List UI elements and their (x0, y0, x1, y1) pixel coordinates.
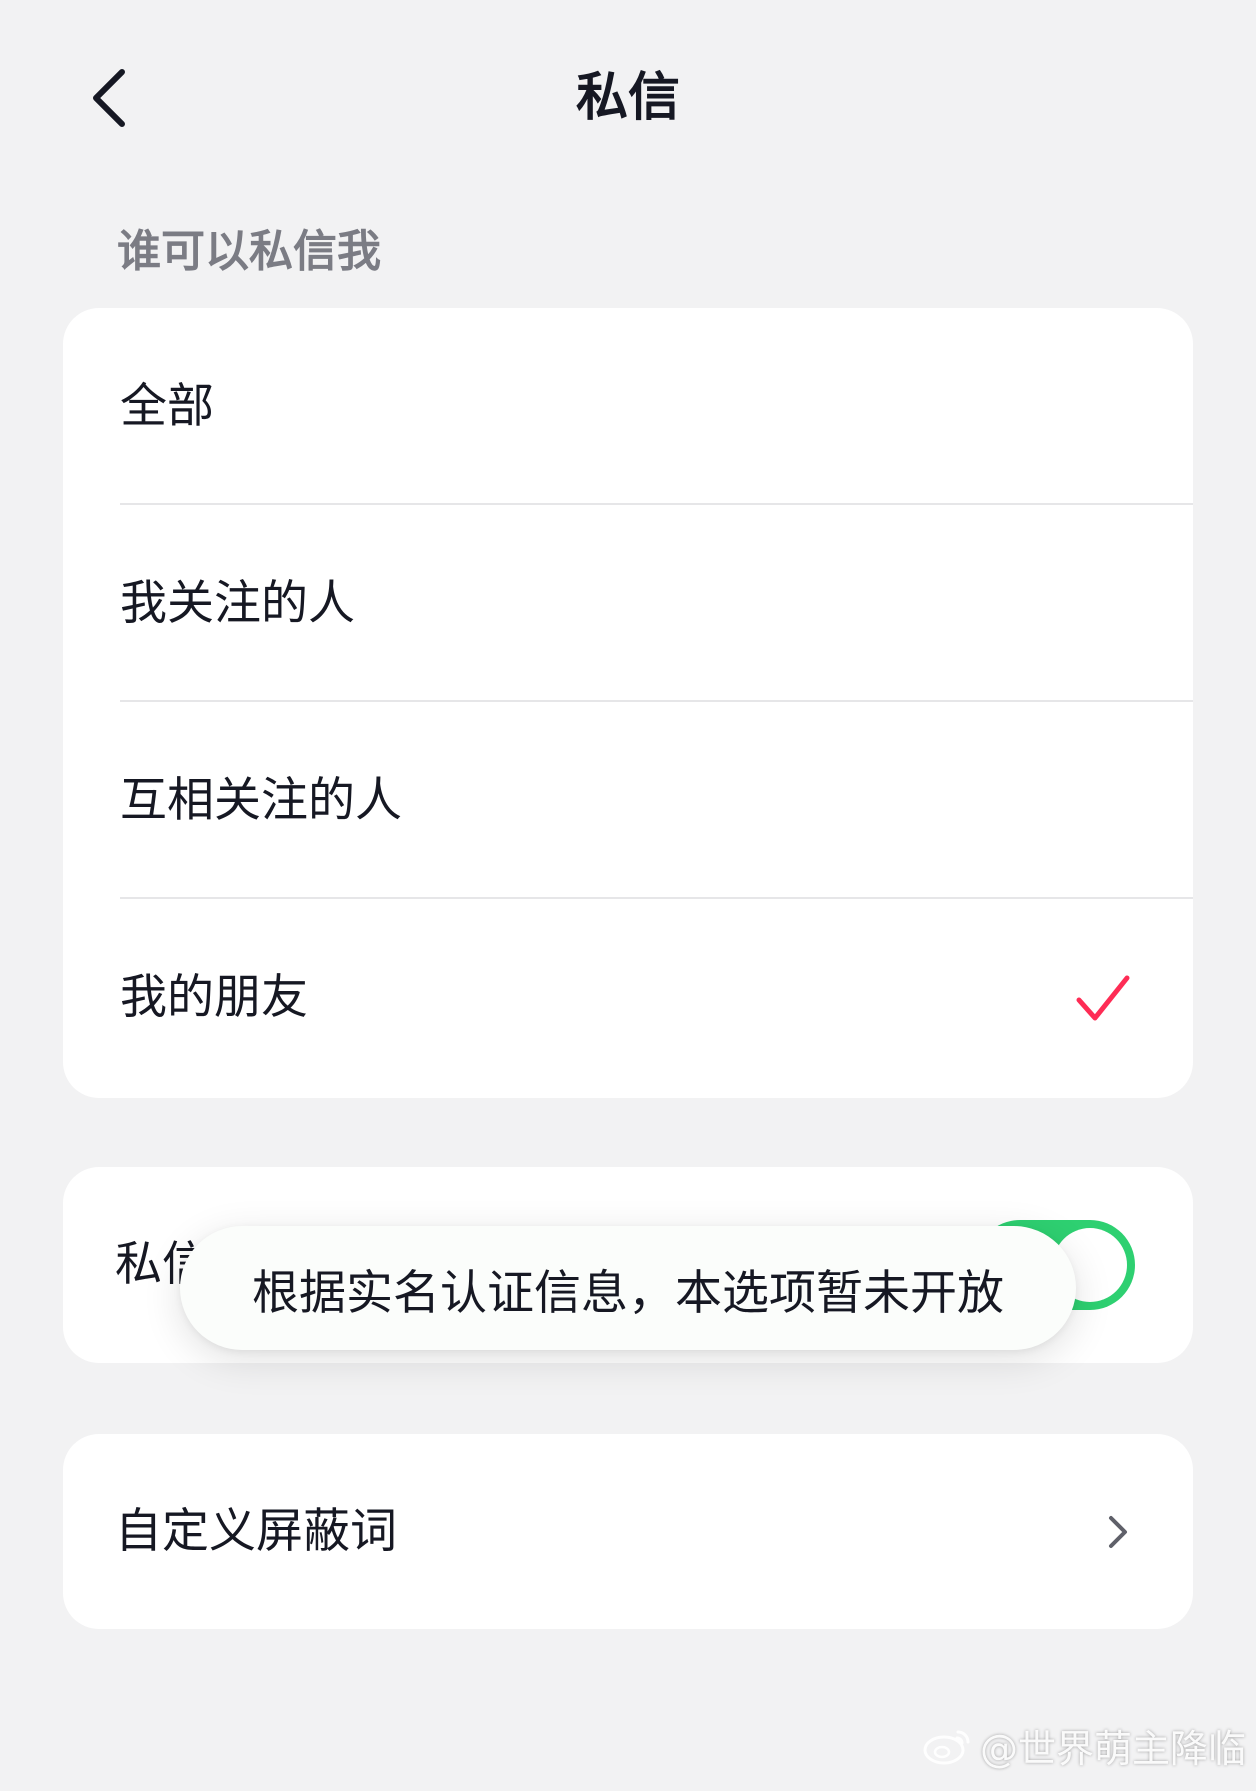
watermark-text: @世界萌主降临 (979, 1727, 1246, 1771)
toast-message: 根据实名认证信息，本选项暂未开放 (252, 1265, 1004, 1321)
toast-notification: 根据实名认证信息，本选项暂未开放 (180, 1226, 1076, 1350)
weibo-icon (923, 1730, 970, 1764)
option-label: 全部 (120, 379, 214, 434)
checkmark-icon (1076, 975, 1130, 1021)
chevron-right-icon (1109, 1516, 1127, 1548)
top-bar: 私信 (0, 0, 1256, 200)
option-label: 我的朋友 (120, 970, 308, 1025)
option-my-friends[interactable]: 我的朋友 (63, 899, 1193, 1096)
section-label-who-can-message: 谁可以私信我 (117, 226, 381, 277)
custom-blocked-words-row[interactable]: 自定义屏蔽词 (63, 1434, 1193, 1629)
option-everyone[interactable]: 全部 (63, 308, 1193, 505)
blocked-words-label: 自定义屏蔽词 (115, 1504, 397, 1559)
option-following[interactable]: 我关注的人 (63, 505, 1193, 702)
page-title: 私信 (575, 68, 680, 128)
who-can-message-card: 全部 我关注的人 互相关注的人 我的朋友 (63, 308, 1193, 1098)
option-label: 互相关注的人 (120, 773, 402, 828)
watermark: @世界萌主降临 (922, 1718, 1246, 1773)
option-mutual-follow[interactable]: 互相关注的人 (63, 702, 1193, 899)
option-label: 我关注的人 (120, 576, 355, 631)
